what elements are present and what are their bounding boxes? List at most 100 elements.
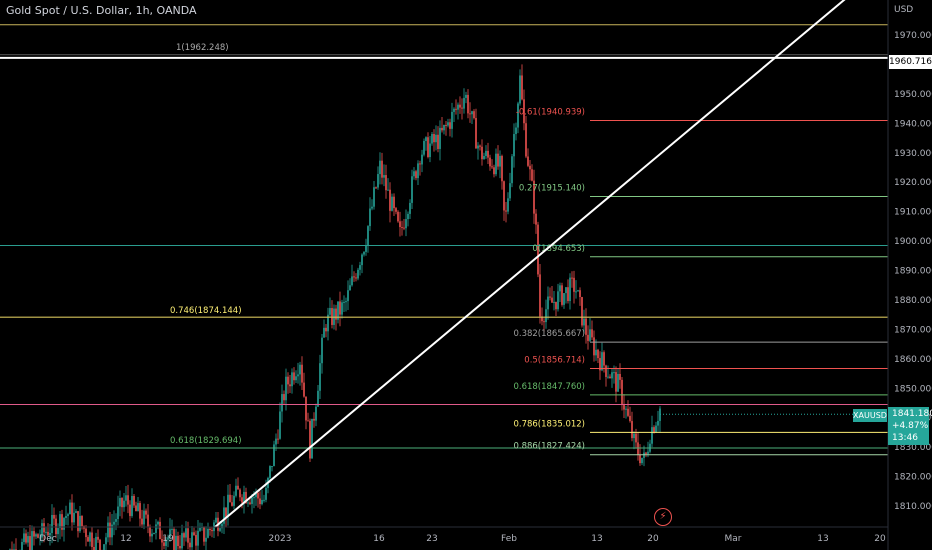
candle-body	[69, 502, 71, 515]
candle-body	[617, 373, 619, 392]
candle-body	[479, 145, 481, 147]
candle-body	[609, 376, 611, 379]
candle-body	[623, 404, 625, 410]
candle-body	[281, 394, 283, 412]
candle-body	[119, 497, 121, 507]
candle-body	[249, 502, 251, 504]
candle-body	[27, 536, 29, 543]
candle-body	[223, 507, 225, 524]
candle-body	[59, 514, 61, 529]
candle-body	[357, 269, 359, 279]
candle-body	[567, 287, 569, 302]
candle-body	[445, 124, 447, 126]
candle-body	[503, 181, 505, 211]
candle-body	[461, 107, 463, 109]
candle-body	[241, 497, 243, 503]
candle-body	[455, 108, 457, 110]
candle-body	[499, 155, 501, 167]
fib-level-label: 0.5(1856.714)	[524, 355, 585, 365]
price-axis-label: 1930.000	[894, 149, 932, 159]
candle-body	[607, 376, 609, 378]
candle-body	[129, 504, 131, 516]
candle-body	[139, 503, 141, 519]
fib-level-label: 0.618(1847.760)	[513, 382, 585, 392]
candle-body	[625, 408, 627, 410]
candle-body	[251, 497, 253, 504]
fib-level-label: 0.382(1865.667)	[513, 329, 585, 339]
candle-body	[653, 427, 655, 433]
candle-body	[419, 163, 421, 165]
candle-body	[79, 515, 81, 532]
candle-body	[605, 365, 607, 377]
candle-body	[413, 171, 415, 177]
candle-body	[137, 503, 139, 512]
fib-level-label: 0.886(1827.424)	[513, 442, 585, 452]
lightning-icon[interactable]: ⚡	[654, 508, 672, 526]
candle-body	[467, 94, 469, 114]
candle-body	[637, 442, 639, 455]
candle-body	[309, 420, 311, 459]
price-axis-label: 1900.000	[894, 237, 932, 247]
candle-body	[237, 485, 239, 490]
candle-body	[441, 127, 443, 131]
line-label: 1(1962.248)	[176, 43, 229, 53]
candle-body	[29, 536, 31, 550]
candle-body	[639, 454, 641, 464]
candle-body	[303, 382, 305, 397]
candle-body	[555, 301, 557, 310]
candle-body	[535, 213, 537, 225]
price-axis-label: 1870.000	[894, 325, 932, 335]
candle-body	[547, 296, 549, 310]
candle-body	[571, 277, 573, 279]
candle-body	[507, 198, 509, 212]
candle-body	[71, 502, 73, 523]
candle-body	[393, 196, 395, 209]
current-price-marker: XAUUSD 1841.180 +4.87% 13:46	[853, 407, 932, 445]
candle-body	[55, 518, 57, 535]
candle-body	[641, 457, 643, 464]
line-label: 0.618(1829.694)	[170, 436, 242, 446]
candle-body	[353, 276, 355, 278]
candle-body	[491, 166, 493, 168]
candle-body	[425, 137, 427, 141]
candle-body	[219, 528, 221, 531]
candle-body	[125, 495, 127, 501]
candle-body	[351, 276, 353, 286]
candle-body	[373, 187, 375, 207]
currency-label: USD	[894, 5, 914, 15]
candle-body	[519, 75, 521, 104]
time-axis-label: Mar	[725, 534, 742, 544]
candle-body	[435, 134, 437, 143]
candle-body	[405, 219, 407, 229]
price-axis-label: 1880.000	[894, 296, 932, 306]
price-axis-label: 1950.000	[894, 90, 932, 100]
fib-level-label: 0.786(1835.012)	[513, 419, 585, 429]
candle-body	[485, 150, 487, 156]
candle-body	[579, 290, 581, 298]
chart-canvas[interactable]: 1(1962.248) 0.746(1874.144) 0.618(1829.694…	[0, 0, 932, 550]
candle-body	[243, 491, 245, 503]
candle-body	[347, 290, 349, 302]
candle-body	[391, 196, 393, 211]
candle-body	[389, 189, 391, 211]
candle-body	[647, 451, 649, 454]
fib-level-label: 0.27(1915.140)	[519, 183, 585, 193]
candle-body	[481, 146, 483, 160]
candle-body	[21, 541, 23, 550]
candle-body	[521, 75, 523, 100]
candle-body	[553, 301, 555, 303]
candlestick-series	[9, 64, 888, 550]
candle-body	[179, 546, 181, 549]
candle-body	[539, 274, 541, 317]
candle-body	[97, 536, 99, 540]
candle-body	[297, 374, 299, 377]
candle-body	[629, 415, 631, 422]
candle-body	[591, 329, 593, 338]
candle-body	[87, 537, 89, 542]
candle-body	[261, 499, 263, 505]
candle-body	[527, 156, 529, 166]
candle-body	[275, 438, 277, 445]
candle-body	[305, 396, 307, 421]
candle-body	[601, 352, 603, 371]
candle-body	[191, 532, 193, 548]
